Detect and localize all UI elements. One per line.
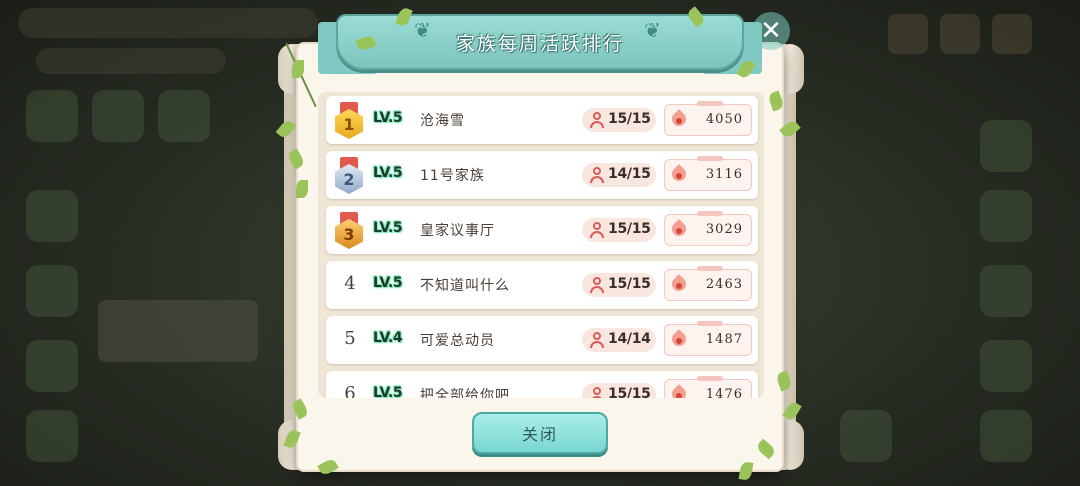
family-level: LV.4 xyxy=(373,330,403,346)
ranking-row[interactable]: 3 LV.5 皇家议事厅 15/15 3029 xyxy=(326,206,758,254)
leaf-decoration xyxy=(296,180,308,198)
background-tile xyxy=(158,90,210,142)
activity-drop-icon xyxy=(669,109,689,129)
family-name: 不知道叫什么 xyxy=(420,278,510,294)
background-tile xyxy=(92,90,144,142)
activity-score: 2463 xyxy=(664,266,752,301)
person-icon xyxy=(590,112,604,128)
family-name: 11号家族 xyxy=(420,168,485,184)
member-count: 15/15 xyxy=(582,108,656,132)
activity-score: 3116 xyxy=(664,156,752,191)
background-card xyxy=(98,300,258,362)
background-tile xyxy=(980,410,1032,462)
ranking-row[interactable]: 6 LV.5 把全部给你吧 15/15 1476 xyxy=(326,371,758,398)
background-tile xyxy=(26,190,78,242)
background-tile xyxy=(26,340,78,392)
ranking-row[interactable]: 5 LV.4 可爱总动员 14/14 1487 xyxy=(326,316,758,364)
laurel-right-icon: ❦ xyxy=(644,18,661,42)
background-icon xyxy=(940,14,980,54)
family-level: LV.5 xyxy=(373,220,403,236)
background-tile xyxy=(26,410,78,462)
background-resource-bar xyxy=(18,8,318,38)
person-icon xyxy=(590,277,604,293)
activity-score: 3029 xyxy=(664,211,752,246)
close-button[interactable]: 关闭 xyxy=(472,412,608,454)
bronze-medal-icon: 3 xyxy=(334,212,364,250)
background-tile xyxy=(980,190,1032,242)
rank-number: 6 xyxy=(344,383,356,398)
member-count: 15/15 xyxy=(582,383,656,398)
family-level: LV.5 xyxy=(373,385,403,398)
member-count: 15/15 xyxy=(582,218,656,242)
person-icon xyxy=(590,387,604,398)
dialog-title: 家族每周活跃排行 xyxy=(455,32,624,55)
gold-medal-icon: 1 xyxy=(334,102,364,140)
ranking-row[interactable]: 4 LV.5 不知道叫什么 15/15 2463 xyxy=(326,261,758,309)
family-level: LV.5 xyxy=(373,275,403,291)
family-level: LV.5 xyxy=(373,165,403,181)
activity-drop-icon xyxy=(669,219,689,239)
background-tile xyxy=(980,340,1032,392)
family-name: 皇家议事厅 xyxy=(420,223,495,239)
rank-number: 4 xyxy=(344,273,356,294)
member-count: 14/15 xyxy=(582,163,656,187)
silver-medal-icon: 2 xyxy=(334,157,364,195)
background-icon xyxy=(992,14,1032,54)
activity-score: 4050 xyxy=(664,101,752,136)
person-icon xyxy=(590,332,604,348)
ranking-row[interactable]: 1 LV.5 沧海雪 15/15 4050 xyxy=(326,96,758,144)
person-icon xyxy=(590,222,604,238)
background-tile xyxy=(26,90,78,142)
family-name: 可爱总动员 xyxy=(420,333,495,349)
rank-number: 5 xyxy=(344,328,356,349)
member-count: 15/15 xyxy=(582,273,656,297)
activity-score: 1476 xyxy=(664,376,752,398)
activity-score: 1487 xyxy=(664,321,752,356)
leaf-decoration xyxy=(292,60,304,78)
background-tile xyxy=(26,265,78,317)
member-count: 14/14 xyxy=(582,328,656,352)
ranking-row[interactable]: 2 LV.5 11号家族 14/15 3116 xyxy=(326,151,758,199)
laurel-left-icon: ❦ xyxy=(414,18,431,42)
background-info-bar xyxy=(36,48,226,74)
activity-drop-icon xyxy=(669,274,689,294)
background-tile xyxy=(980,265,1032,317)
close-icon[interactable]: ✕ xyxy=(752,12,790,50)
ranking-list[interactable]: 1 LV.5 沧海雪 15/15 4050 2 LV.5 11号家族 14/15… xyxy=(318,92,764,398)
background-icon xyxy=(888,14,928,54)
activity-drop-icon xyxy=(669,329,689,349)
background-tile xyxy=(840,410,892,462)
person-icon xyxy=(590,167,604,183)
family-name: 把全部给你吧 xyxy=(420,388,510,398)
family-name: 沧海雪 xyxy=(420,113,465,129)
background-tile xyxy=(980,120,1032,172)
activity-drop-icon xyxy=(669,384,689,398)
activity-drop-icon xyxy=(669,164,689,184)
family-level: LV.5 xyxy=(373,110,403,126)
